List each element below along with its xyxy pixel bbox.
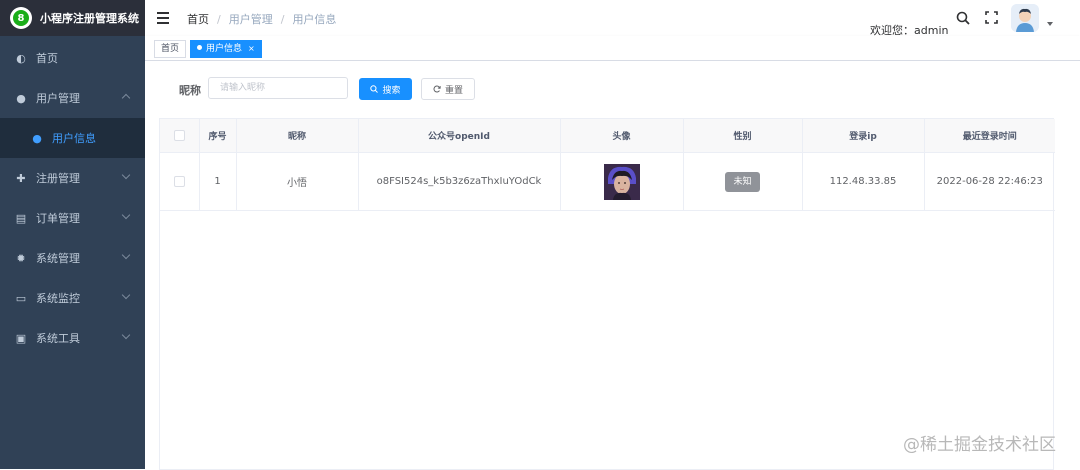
column-gender: 性别 xyxy=(683,119,803,153)
sidebar-item-label: 系统工具 xyxy=(36,332,80,345)
breadcrumb-user-management: 用户管理 xyxy=(228,13,273,26)
row-checkbox[interactable] xyxy=(173,175,185,187)
gender-tag: 未知 xyxy=(725,171,760,192)
chevron-down-icon xyxy=(121,170,131,180)
tags-view: 首页 用户信息 × xyxy=(145,36,1080,61)
toolbox-icon: ▣ xyxy=(15,331,27,345)
sidebar: 8 小程序注册管理系统 ◐ 首页 ● 用户管理 ● 用户信息 ✚ 注册管理 ▤ … xyxy=(0,0,145,469)
sidebar-item-system-tools[interactable]: ▣ 系统工具 xyxy=(0,318,145,358)
sidebar-item-system-monitor[interactable]: ▭ 系统监控 xyxy=(0,278,145,318)
cell-login-ip: 112.48.33.85 xyxy=(802,152,925,211)
users-icon: ● xyxy=(32,131,42,145)
plus-circle-icon: ✚ xyxy=(16,171,26,185)
close-icon[interactable]: × xyxy=(248,44,255,53)
user-icon: ● xyxy=(16,91,26,105)
search-icon[interactable] xyxy=(956,11,970,25)
sidebar-item-label: 订单管理 xyxy=(36,212,80,225)
sidebar-item-registration[interactable]: ✚ 注册管理 xyxy=(0,158,145,198)
tag-user-info[interactable]: 用户信息 × xyxy=(190,40,262,58)
breadcrumb-user-info: 用户信息 xyxy=(292,13,337,26)
app-main: 昵称 搜索 重置 序号 昵称 公众号openId xyxy=(145,61,1080,470)
sidebar-item-user-management[interactable]: ● 用户管理 xyxy=(0,78,145,118)
column-login-ip: 登录ip xyxy=(802,119,925,153)
app-logo[interactable]: 8 小程序注册管理系统 xyxy=(0,0,145,36)
sidebar-item-label: 首页 xyxy=(36,52,58,65)
chevron-down-icon xyxy=(121,210,131,220)
cell-nickname: 小悟 xyxy=(236,152,359,211)
table-header: 序号 昵称 公众号openId 头像 性别 登录ip 最近登录时间 xyxy=(160,119,1055,153)
app-title: 小程序注册管理系统 xyxy=(40,12,139,25)
user-avatar-image[interactable] xyxy=(603,163,640,200)
column-avatar: 头像 xyxy=(560,119,684,153)
search-icon xyxy=(370,85,379,93)
fullscreen-icon[interactable] xyxy=(985,11,998,24)
table-row[interactable]: 1 小悟 o8FSI524s_k5b3z6zaThxIuYOdCk 未知 112… xyxy=(160,152,1055,211)
watermark: @稀土掘金技术社区 xyxy=(903,435,1056,455)
cell-avatar xyxy=(560,152,684,211)
column-openid: 公众号openId xyxy=(358,119,561,153)
sidebar-item-user-info[interactable]: ● 用户信息 xyxy=(0,118,145,158)
cell-gender: 未知 xyxy=(683,152,803,211)
breadcrumb-home[interactable]: 首页 xyxy=(187,13,209,26)
breadcrumb: 首页 / 用户管理 / 用户信息 xyxy=(187,13,337,26)
sidebar-item-home[interactable]: ◐ 首页 xyxy=(0,38,145,78)
caret-down-icon[interactable] xyxy=(1047,22,1053,26)
select-all-checkbox[interactable] xyxy=(173,130,185,141)
sidebar-item-label: 系统监控 xyxy=(36,292,80,305)
tag-home[interactable]: 首页 xyxy=(154,40,187,58)
cart-icon: ▤ xyxy=(15,211,27,225)
navbar: 首页 / 用户管理 / 用户信息 欢迎您：admin xyxy=(145,0,1080,37)
user-table: 序号 昵称 公众号openId 头像 性别 登录ip 最近登录时间 1 小悟 o… xyxy=(159,118,1055,470)
column-nickname: 昵称 xyxy=(236,119,359,153)
nickname-label: 昵称 xyxy=(179,84,201,97)
active-dot-icon xyxy=(197,45,202,50)
chevron-up-icon xyxy=(121,93,131,103)
chevron-down-icon xyxy=(121,290,131,300)
mini-program-logo-icon: 8 xyxy=(10,7,32,29)
sidebar-item-system-management[interactable]: ✹ 系统管理 xyxy=(0,238,145,278)
cell-index: 1 xyxy=(199,152,237,211)
dashboard-icon: ◐ xyxy=(16,51,26,65)
monitor-icon: ▭ xyxy=(15,291,27,305)
reset-button[interactable]: 重置 xyxy=(421,78,475,100)
column-index: 序号 xyxy=(199,119,237,153)
select-all-column xyxy=(160,119,200,153)
chevron-down-icon xyxy=(121,250,131,260)
avatar[interactable] xyxy=(1011,4,1039,32)
search-button[interactable]: 搜索 xyxy=(359,78,412,100)
gear-icon: ✹ xyxy=(16,251,26,265)
sidebar-item-label: 注册管理 xyxy=(36,172,80,185)
refresh-icon xyxy=(433,85,441,93)
chevron-down-icon xyxy=(121,330,131,340)
nickname-input[interactable] xyxy=(208,77,348,99)
cell-openid: o8FSI524s_k5b3z6zaThxIuYOdCk xyxy=(358,152,561,211)
sidebar-item-orders[interactable]: ▤ 订单管理 xyxy=(0,198,145,238)
sidebar-item-label: 用户管理 xyxy=(36,92,80,105)
sidebar-item-label: 系统管理 xyxy=(36,252,80,265)
cell-last-login: 2022-06-28 22:46:23 xyxy=(924,152,1055,211)
hamburger-icon[interactable] xyxy=(157,12,169,27)
column-last-login: 最近登录时间 xyxy=(924,119,1055,153)
sidebar-item-label: 用户信息 xyxy=(52,132,96,145)
